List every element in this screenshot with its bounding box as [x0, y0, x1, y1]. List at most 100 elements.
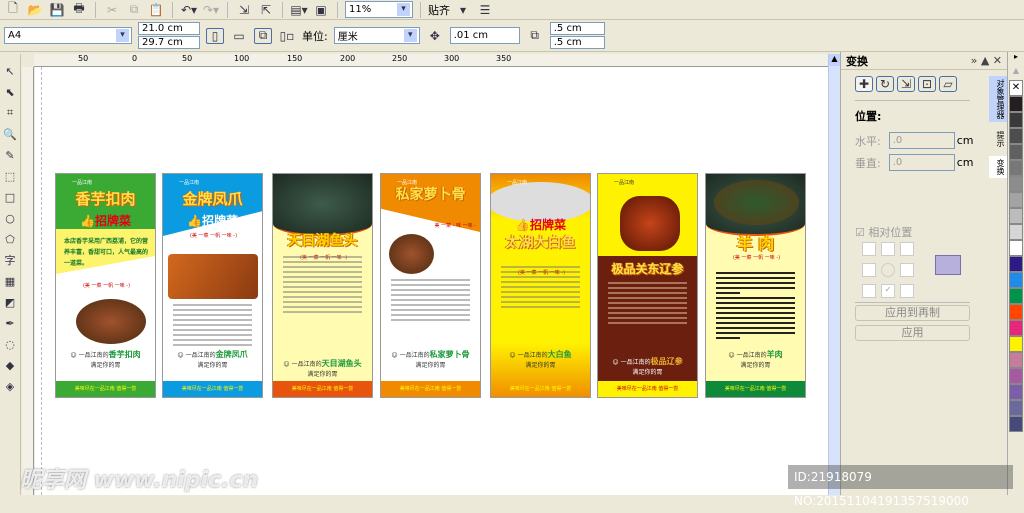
ellipse-tool-icon[interactable]: ○ [2, 209, 18, 227]
page-width-input[interactable]: 21.0 cm [138, 22, 200, 35]
color-swatch[interactable] [1009, 304, 1023, 320]
outline-tool-icon[interactable]: ◌ [2, 335, 18, 353]
apply-to-duplicate-button[interactable]: 应用到再制 [855, 305, 970, 321]
color-swatch[interactable] [1009, 224, 1023, 240]
apply-button[interactable]: 应用 [855, 325, 970, 341]
poster-1[interactable]: 一品江南 香芋扣肉 👍招牌菜 本店香芋采用广西荔浦，它的营养丰富，香甜可口，人气最高的… [55, 173, 156, 398]
polygon-tool-icon[interactable]: ⬠ [2, 230, 18, 248]
import-icon[interactable]: ⇲ [235, 2, 253, 18]
position-icon[interactable]: ✚ [855, 76, 873, 92]
poster-5[interactable]: 一品江南 太湖大白鱼 👍招牌菜 (美 一菜 一帆 一味 -) ☺ 一品江南的大白鱼 满足你… [490, 173, 591, 398]
poster-3[interactable]: 天目湖鱼头 (美 一菜 一帆 一味 -) ☺ 一品江南的天目湖鱼头 满足你的胃 美味尽在… [272, 173, 373, 398]
snap-to-button[interactable]: 贴齐 [428, 2, 450, 18]
anchor-checkbox[interactable] [862, 284, 876, 298]
color-swatch[interactable] [1009, 240, 1023, 256]
color-swatch[interactable] [1009, 192, 1023, 208]
color-swatch[interactable] [1009, 320, 1023, 336]
options-icon[interactable]: ☰ [476, 2, 494, 18]
vertical-input[interactable]: .0 [888, 154, 955, 171]
redo-icon[interactable]: ↷▾ [202, 2, 220, 18]
cut-icon[interactable]: ✂ [103, 2, 121, 18]
nudge-input[interactable]: .01 cm [449, 27, 520, 44]
rotate-icon[interactable]: ↻ [876, 76, 894, 92]
horizontal-ruler[interactable]: 50 0 50 100 150 200 250 300 350 [34, 54, 828, 67]
rectangle-tool-icon[interactable]: □ [2, 188, 18, 206]
relative-position-checkbox[interactable]: ☑ 相对位置 [855, 224, 912, 240]
smart-fill-icon[interactable]: ⬚ [2, 167, 18, 185]
poster-6[interactable]: 一品江南 极品关东辽参 ☺ 一品江南的极品辽参 满足你的胃 美味尽在一品江南 值得一尝 [597, 173, 698, 398]
anchor-checkbox[interactable] [881, 242, 895, 256]
anchor-checkbox-checked[interactable]: ✓ [881, 284, 895, 298]
text-tool-icon[interactable]: 字 [2, 251, 18, 269]
poster-4[interactable]: 一品江南 私家萝卜骨美 一菜 - 味 一味 - ☺ 一品江南的私家萝卜骨 满足你的胃美… [380, 173, 481, 398]
poster-2[interactable]: 一品江南 金牌凤爪 👍招牌菜 (美 一菜 一帆 一味 -) ☺ 一品江南的金牌凤爪 满足你… [162, 173, 263, 398]
freehand-tool-icon[interactable]: ✎ [2, 146, 18, 164]
poster-7[interactable]: 羊 肉 (美 一菜 一帆 一味 -) ☺ 一品江南的羊肉 满足你的胃 美味尽在一品江南 … [705, 173, 806, 398]
pick-tool-icon[interactable]: ↖ [2, 62, 18, 80]
color-swatch[interactable] [1009, 384, 1023, 400]
color-swatch[interactable] [1009, 112, 1023, 128]
vertical-ruler[interactable] [22, 67, 34, 495]
eyedropper-icon[interactable]: ✒ [2, 314, 18, 332]
open-icon[interactable]: 📂 [26, 2, 44, 18]
duplicate-y-input[interactable]: .5 cm [549, 36, 605, 49]
no-color-swatch[interactable]: ✕ [1009, 80, 1023, 96]
color-swatch[interactable] [1009, 208, 1023, 224]
color-swatch[interactable] [1009, 352, 1023, 368]
color-swatch[interactable] [1009, 256, 1023, 272]
anchor-center[interactable] [881, 263, 895, 277]
color-swatch[interactable] [1009, 288, 1023, 304]
color-swatch[interactable] [1009, 160, 1023, 176]
docker-controls[interactable]: » ▲ ✕ [971, 54, 1002, 67]
interactive-tool-icon[interactable]: ◩ [2, 293, 18, 311]
anchor-checkbox[interactable] [900, 284, 914, 298]
palette-up-icon[interactable]: ▲ [1008, 66, 1024, 80]
horizontal-input[interactable]: .0 [888, 132, 955, 149]
new-icon[interactable]: 🗋 [4, 1, 22, 18]
application-launcher-icon[interactable]: ▤▾ [290, 2, 308, 18]
page-height-input[interactable]: 29.7 cm [138, 36, 200, 49]
color-swatch[interactable] [1009, 176, 1023, 192]
tab-object-manager[interactable]: 对象管理器 [989, 76, 1007, 122]
shape-tool-icon[interactable]: ⬉ [2, 83, 18, 101]
color-swatch[interactable] [1009, 416, 1023, 432]
portrait-icon[interactable]: ▯ [206, 27, 224, 44]
all-pages-icon[interactable]: ⧉ [254, 27, 272, 44]
scroll-up-icon[interactable]: ▲ [829, 54, 840, 66]
zoom-level-select[interactable]: 11% [345, 1, 413, 18]
welcome-screen-icon[interactable]: ▣ [312, 2, 330, 18]
color-swatch[interactable] [1009, 272, 1023, 288]
fill-tool-icon[interactable]: ◆ [2, 356, 18, 374]
anchor-checkbox[interactable] [900, 263, 914, 277]
current-page-icon[interactable]: ▯▫ [278, 28, 296, 44]
tab-transform[interactable]: 变换 [989, 156, 1007, 178]
chevron-down-icon[interactable]: ▾ [454, 2, 472, 18]
table-tool-icon[interactable]: ▦ [2, 272, 18, 290]
anchor-checkbox[interactable] [862, 263, 876, 277]
landscape-icon[interactable]: ▭ [230, 28, 248, 44]
color-swatch[interactable] [1009, 400, 1023, 416]
color-swatch[interactable] [1009, 336, 1023, 352]
paste-icon[interactable]: 📋 [147, 2, 165, 18]
skew-icon[interactable]: ▱ [939, 76, 957, 92]
palette-scroll-icon[interactable]: ▸ [1008, 52, 1024, 66]
print-icon[interactable]: 🖶 [70, 1, 88, 18]
scale-mirror-icon[interactable]: ⇲ [897, 76, 915, 92]
size-icon[interactable]: ⊡ [918, 76, 936, 92]
tab-hints[interactable]: 提示 [989, 128, 1007, 150]
color-swatch[interactable] [1009, 128, 1023, 144]
copy-icon[interactable]: ⧉ [125, 2, 143, 18]
export-icon[interactable]: ⇱ [257, 2, 275, 18]
crop-tool-icon[interactable]: ⌗ [2, 104, 18, 122]
color-swatch[interactable] [1009, 368, 1023, 384]
zoom-tool-icon[interactable]: 🔍 [2, 125, 18, 143]
color-swatch[interactable] [1009, 144, 1023, 160]
undo-icon[interactable]: ↶▾ [180, 2, 198, 18]
color-swatch[interactable] [1009, 96, 1023, 112]
vertical-scrollbar[interactable]: ▲ [828, 54, 840, 495]
interactive-fill-icon[interactable]: ◈ [2, 377, 18, 395]
save-icon[interactable]: 💾 [48, 2, 66, 18]
page-size-select[interactable]: A4 [4, 27, 132, 44]
anchor-checkbox[interactable] [900, 242, 914, 256]
anchor-checkbox[interactable] [862, 242, 876, 256]
